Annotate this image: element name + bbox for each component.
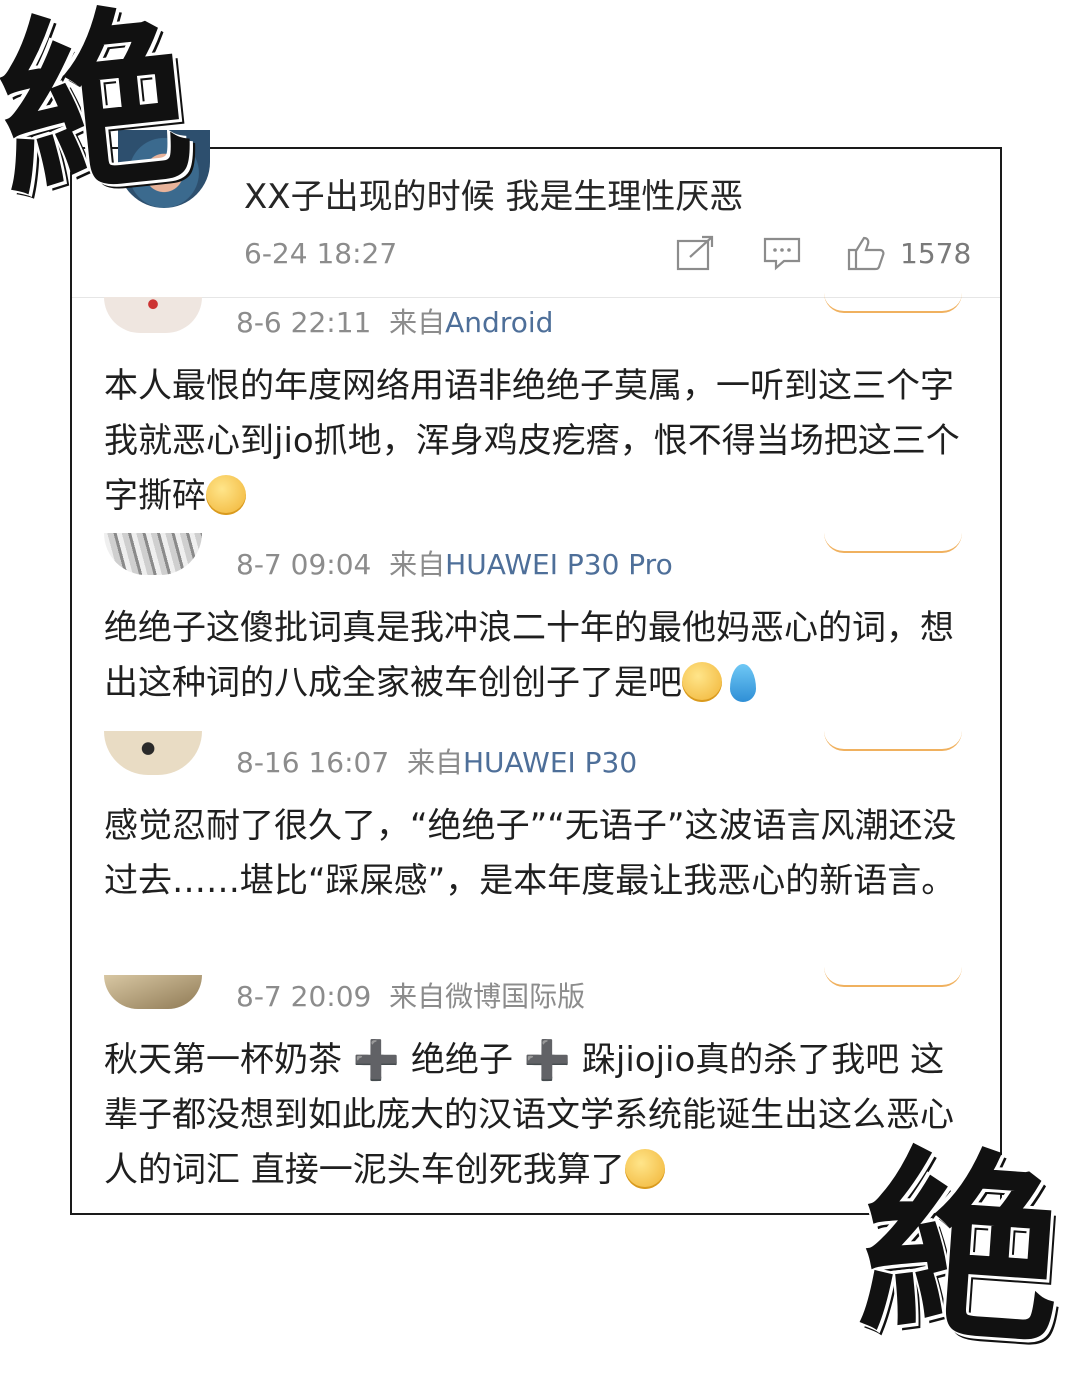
hug-emoji xyxy=(624,1149,665,1189)
post-text: XX子出现的时候 我是生理性厌恶 xyxy=(244,177,744,217)
like-icon[interactable] xyxy=(846,235,886,271)
comment-body-text-b: 绝绝子 xyxy=(410,1040,513,1080)
comment-text: 秋天第一杯奶茶 ➕ 绝绝子 ➕ 跺jiojio真的杀了我吧 这辈子都没想到如此庞… xyxy=(104,1033,954,1198)
commenter-avatar[interactable] xyxy=(104,297,202,333)
comment-device: HUAWEI P30 xyxy=(462,746,638,779)
comment-meta: 8-7 09:04 来自HUAWEI P30 Pro xyxy=(236,543,673,583)
comment-like-arc xyxy=(824,293,962,313)
like-count: 1578 xyxy=(900,237,972,270)
comment-text: 绝绝子这傻批词真是我冲浪二十年的最他妈恶心的词，想出这种词的八成全家被车创创子了… xyxy=(104,601,974,711)
comment-device: Android xyxy=(445,306,554,339)
comment-source: 来自微博国际版 xyxy=(389,980,586,1013)
comment-icon[interactable] xyxy=(762,235,802,271)
comment-like-arc xyxy=(824,731,962,751)
comment-time: 8-16 16:07 xyxy=(236,746,390,779)
commenter-avatar[interactable] xyxy=(104,533,202,575)
comment-meta: 8-6 22:11 来自Android xyxy=(236,301,553,341)
decorative-jue-character-bottom: 絶 xyxy=(854,1125,1071,1374)
comment-like-arc xyxy=(824,533,962,553)
sweat-drop-emoji xyxy=(730,664,756,702)
comment-text: 感觉忍耐了很久了，“绝绝子”“无语子”这波语言风潮还没过去……堪比“踩屎感”，是… xyxy=(104,806,957,901)
commenter-avatar[interactable] xyxy=(104,975,202,1009)
share-icon[interactable] xyxy=(676,235,716,271)
comment-body-text: 绝绝子这傻批词真是我冲浪二十年的最他妈恶心的词，想出这种词的八成全家被车创创子了… xyxy=(104,608,954,703)
heavy-plus-icon: ➕ xyxy=(352,1038,401,1082)
grin-emoji xyxy=(682,662,722,702)
smile-emoji xyxy=(206,475,246,515)
comment-source-prefix: 来自 xyxy=(389,548,446,581)
comment-device: HUAWEI P30 Pro xyxy=(445,548,673,581)
commenter-avatar[interactable] xyxy=(104,731,202,775)
comment-time: 8-7 09:04 xyxy=(236,548,372,581)
comment-time: 8-7 20:09 xyxy=(236,980,372,1013)
comment-time: 8-6 22:11 xyxy=(236,306,372,339)
comment-panel: XX子出现的时候 我是生理性厌恶 6-24 18:27 1578 8-6 22:… xyxy=(70,147,1002,1215)
decorative-jue-character-top: 絶 xyxy=(0,0,202,226)
comment-source-prefix: 来自 xyxy=(406,746,463,779)
heavy-plus-icon: ➕ xyxy=(523,1038,572,1082)
comment-body-text-a: 秋天第一杯奶茶 xyxy=(104,1040,342,1080)
comment-like-arc xyxy=(824,967,962,987)
comment-text: 本人最恨的年度网络用语非绝绝子莫属，一听到这三个字我就恶心到jio抓地，浑身鸡皮… xyxy=(104,359,974,524)
post-timestamp: 6-24 18:27 xyxy=(244,237,398,270)
comment-source-prefix: 来自 xyxy=(389,306,446,339)
comment-meta: 8-7 20:09 来自微博国际版 xyxy=(236,975,585,1015)
comment-meta: 8-16 16:07 来自HUAWEI P30 xyxy=(236,741,637,781)
